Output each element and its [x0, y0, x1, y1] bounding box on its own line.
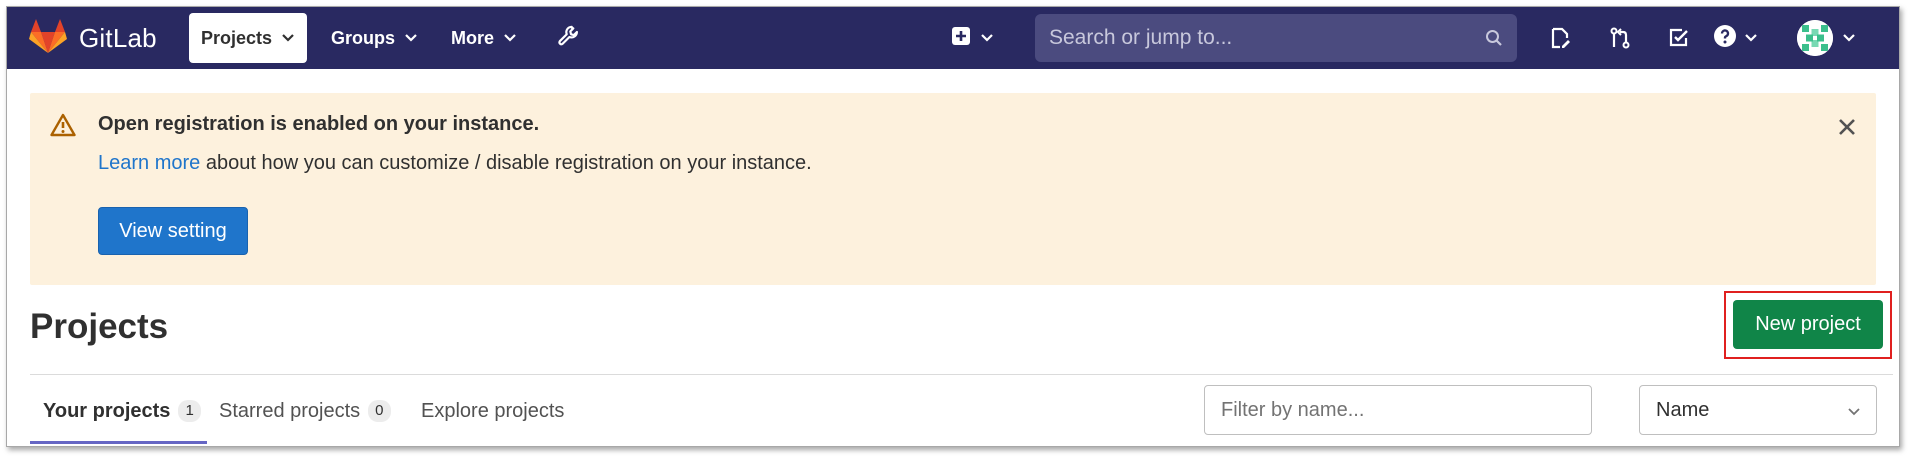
nav-groups-dropdown[interactable]: Groups — [319, 13, 424, 63]
tab-explore-projects[interactable]: Explore projects — [421, 395, 564, 427]
help-dropdown[interactable] — [1713, 23, 1757, 53]
help-icon — [1713, 24, 1737, 53]
chevron-down-icon — [504, 34, 516, 42]
chevron-down-icon — [1843, 34, 1855, 42]
merge-request-icon[interactable] — [1605, 23, 1635, 53]
count-badge: 1 — [178, 400, 201, 422]
nav-more-label: More — [451, 27, 495, 48]
new-dropdown[interactable] — [951, 25, 993, 51]
tab-your-projects[interactable]: Your projects 1 — [43, 395, 201, 427]
registration-alert: Open registration is enabled on your ins… — [30, 93, 1876, 285]
alert-title: Open registration is enabled on your ins… — [98, 113, 540, 135]
browser-viewport: GitLab Projects Groups More Search or ju… — [6, 6, 1900, 447]
gitlab-home-link[interactable]: GitLab — [29, 17, 157, 59]
tab-label: Your projects — [43, 399, 171, 422]
page-title: Projects — [30, 307, 169, 346]
top-navbar: GitLab Projects Groups More Search or ju… — [7, 7, 1899, 69]
chevron-down-icon — [981, 34, 993, 42]
search-placeholder: Search or jump to... — [1049, 26, 1233, 49]
alert-body: Learn more about how you can customize /… — [98, 152, 812, 175]
alert-body-text: about how you can customize / disable re… — [200, 152, 812, 174]
sort-dropdown[interactable]: Name — [1639, 385, 1877, 435]
plus-square-icon — [951, 26, 971, 51]
header-divider — [30, 374, 1893, 375]
tab-starred-projects[interactable]: Starred projects 0 — [219, 395, 391, 427]
user-menu-dropdown[interactable] — [1797, 18, 1855, 58]
new-project-button[interactable]: New project — [1733, 300, 1883, 349]
search-icon — [1485, 29, 1503, 47]
chevron-down-icon — [405, 34, 417, 42]
sort-selected-value: Name — [1656, 398, 1710, 421]
chevron-down-icon — [1745, 34, 1757, 42]
brand-name: GitLab — [79, 22, 157, 53]
warning-icon — [50, 113, 76, 137]
avatar — [1797, 20, 1833, 56]
close-icon[interactable] — [1835, 115, 1859, 139]
active-tab-indicator — [30, 441, 207, 444]
issues-icon[interactable] — [1545, 23, 1575, 53]
nav-projects-dropdown[interactable]: Projects — [189, 13, 307, 63]
search-input[interactable]: Search or jump to... — [1035, 14, 1517, 62]
admin-area-button[interactable] — [547, 13, 591, 63]
chevron-down-icon — [1848, 399, 1860, 422]
learn-more-link[interactable]: Learn more — [98, 152, 200, 174]
filter-by-name-input[interactable]: Filter by name... — [1204, 385, 1592, 435]
tab-label: Starred projects — [219, 399, 361, 422]
view-setting-button[interactable]: View setting — [98, 207, 248, 255]
todo-icon[interactable] — [1664, 23, 1694, 53]
count-badge: 0 — [368, 400, 391, 422]
nav-groups-label: Groups — [331, 27, 396, 48]
filter-placeholder: Filter by name... — [1221, 398, 1365, 421]
tab-label: Explore projects — [421, 399, 565, 422]
wrench-icon — [556, 23, 582, 54]
chevron-down-icon — [282, 34, 294, 42]
gitlab-tanuki-icon — [29, 18, 67, 59]
nav-projects-label: Projects — [201, 27, 273, 48]
nav-more-dropdown[interactable]: More — [439, 13, 534, 63]
